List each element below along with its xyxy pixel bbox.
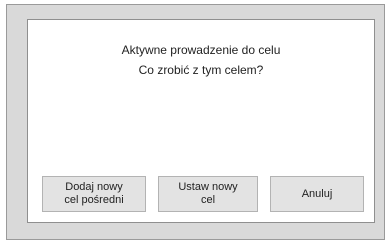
cancel-button[interactable]: Anuluj — [270, 176, 364, 212]
dialog-question: Co zrobić z tym celem? — [138, 63, 264, 77]
dialog-message: Aktywne prowadzenie do celu Co zrobić z … — [28, 42, 374, 78]
dialog-title: Aktywne prowadzenie do celu — [121, 43, 281, 57]
screen-frame: Aktywne prowadzenie do celu Co zrobić z … — [6, 4, 385, 240]
dialog: Aktywne prowadzenie do celu Co zrobić z … — [27, 19, 375, 223]
add-waypoint-button[interactable]: Dodaj nowy cel pośredni — [42, 176, 146, 212]
set-new-destination-button[interactable]: Ustaw nowy cel — [158, 176, 258, 212]
